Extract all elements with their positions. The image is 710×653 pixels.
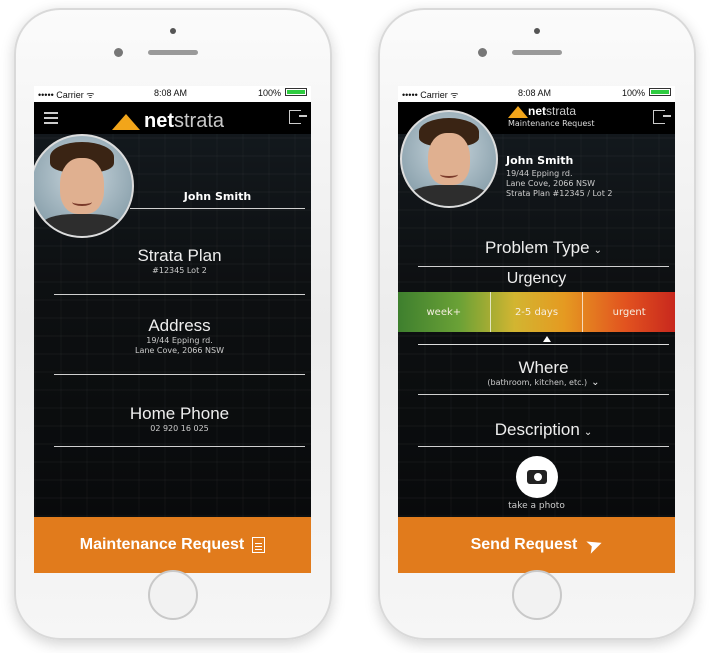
earpiece-speaker xyxy=(148,50,198,55)
info-address-line2: Lane Cove, 2066 NSW xyxy=(506,179,595,188)
chevron-down-icon: ⌄ xyxy=(583,427,593,438)
status-bar: ••••• Carrier ᯤ 8:08 AM 100% xyxy=(34,86,311,102)
home-button[interactable] xyxy=(148,570,198,620)
sensor-dot xyxy=(478,48,487,57)
send-icon: ➤ xyxy=(584,532,606,557)
battery-percent: 100% xyxy=(621,88,645,98)
netstrata-logo: netstrata xyxy=(112,108,224,133)
info-address-line1: 19/44 Epping rd. xyxy=(506,169,573,178)
send-request-button[interactable]: Send Request ➤ xyxy=(398,517,675,573)
logo-strata-text: strata xyxy=(546,104,577,118)
profile-name: John Smith xyxy=(183,190,252,203)
time-label: 8:08 AM xyxy=(518,88,552,98)
urgency-option-week[interactable]: week+ xyxy=(398,292,491,332)
urgency-selector[interactable]: week+ 2-5 days urgent xyxy=(398,292,675,332)
problem-type-label: Problem Type xyxy=(485,238,590,257)
where-label: Where xyxy=(518,358,569,377)
where-hint: (bathroom, kitchen, etc.) xyxy=(487,378,588,387)
description-dropdown[interactable]: Description ⌄ xyxy=(418,420,669,447)
battery-icon xyxy=(285,88,307,96)
take-photo-label: take a photo xyxy=(508,501,565,511)
logout-icon[interactable] xyxy=(653,110,671,124)
avatar[interactable] xyxy=(34,134,134,238)
request-screen: ••••• Carrier ᯤ 8:08 AM 100% netstrata M… xyxy=(398,86,675,573)
urgency-divider xyxy=(418,344,669,345)
logo-net-text: net xyxy=(144,110,174,132)
maintenance-request-button[interactable]: Maintenance Request xyxy=(34,517,311,573)
description-label: Description xyxy=(494,420,580,439)
chevron-down-icon: ⌄ xyxy=(591,377,600,388)
urgency-option-2-5-days[interactable]: 2-5 days xyxy=(491,292,584,332)
problem-type-dropdown[interactable]: Problem Type ⌄ xyxy=(418,238,669,267)
battery-icon xyxy=(649,88,671,96)
front-camera xyxy=(534,28,540,34)
address-line1: 19/44 Epping rd. xyxy=(146,336,213,345)
document-icon xyxy=(252,537,266,553)
home-phone-field[interactable]: Home Phone 02 920 16 025 xyxy=(54,404,305,447)
profile-screen: ••••• Carrier ᯤ 8:08 AM 100% netstrata J… xyxy=(34,86,311,573)
battery-percent: 100% xyxy=(257,88,281,98)
logo-net-text: net xyxy=(528,104,546,118)
info-strata-plan: Strata Plan #12345 / Lot 2 xyxy=(506,189,613,198)
strata-plan-value: #12345 Lot 2 xyxy=(152,266,207,275)
urgency-option-urgent[interactable]: urgent xyxy=(583,292,675,332)
avatar[interactable] xyxy=(400,110,498,208)
sensor-dot xyxy=(114,48,123,57)
chevron-down-icon: ⌄ xyxy=(593,245,602,256)
strata-plan-label: Strata Plan xyxy=(137,246,222,265)
address-field[interactable]: Address 19/44 Epping rd. Lane Cove, 2066… xyxy=(54,316,305,375)
front-camera xyxy=(170,28,176,34)
strata-plan-field[interactable]: Strata Plan #12345 Lot 2 xyxy=(54,246,305,295)
home-button[interactable] xyxy=(512,570,562,620)
status-bar: ••••• Carrier ᯤ 8:08 AM 100% xyxy=(398,86,675,102)
maintenance-request-label: Maintenance Request xyxy=(79,536,245,553)
logo-strata-text: strata xyxy=(174,110,225,132)
netstrata-logo: netstrata Maintenance Request xyxy=(508,104,595,128)
carrier-label: ••••• Carrier ᯤ xyxy=(402,90,459,100)
profile-name: John Smith xyxy=(506,154,574,167)
address-label: Address xyxy=(148,316,211,335)
camera-icon[interactable] xyxy=(516,456,558,498)
urgency-label: Urgency xyxy=(506,270,567,287)
send-request-label: Send Request xyxy=(470,536,578,553)
earpiece-speaker xyxy=(512,50,562,55)
logo-mark-icon xyxy=(112,113,140,130)
urgency-marker-icon xyxy=(543,336,551,342)
phone-right: ••••• Carrier ᯤ 8:08 AM 100% netstrata M… xyxy=(378,8,696,640)
logo-mark-icon xyxy=(508,105,528,118)
home-phone-label: Home Phone xyxy=(129,404,230,423)
home-phone-value: 02 920 16 025 xyxy=(150,424,209,433)
user-info: John Smith 19/44 Epping rd. Lane Cove, 2… xyxy=(506,154,613,199)
header-subtitle: Maintenance Request xyxy=(508,119,595,128)
address-line2: Lane Cove, 2066 NSW xyxy=(135,346,224,355)
carrier-label: ••••• Carrier ᯤ xyxy=(38,90,95,100)
phone-left: ••••• Carrier ᯤ 8:08 AM 100% netstrata J… xyxy=(14,8,332,640)
time-label: 8:08 AM xyxy=(154,88,188,98)
where-dropdown[interactable]: Where (bathroom, kitchen, etc.) ⌄ xyxy=(418,358,669,395)
profile-name-row: John Smith xyxy=(130,182,305,209)
app-header: netstrata xyxy=(34,102,311,134)
logout-icon[interactable] xyxy=(289,110,307,124)
menu-icon[interactable] xyxy=(44,112,58,124)
